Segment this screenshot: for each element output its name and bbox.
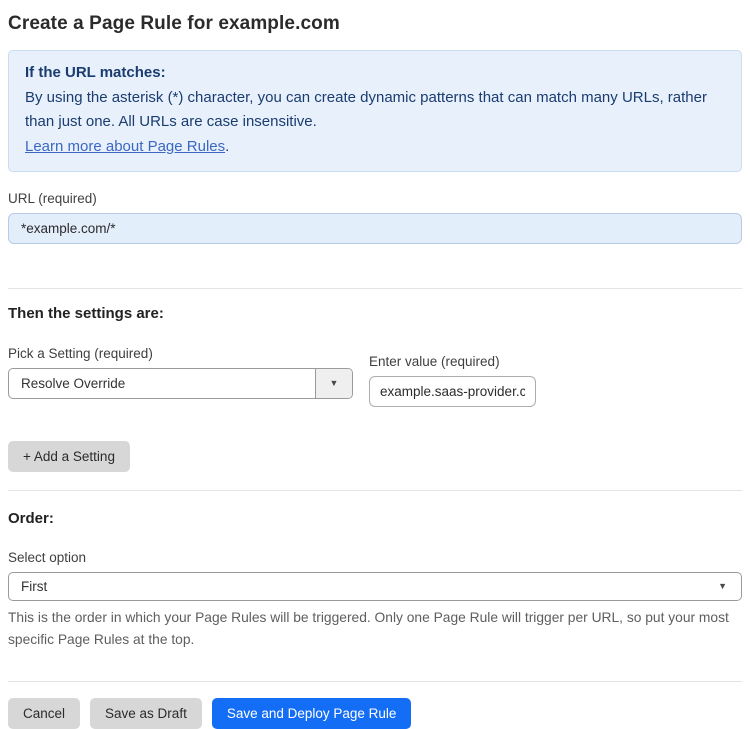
cancel-button[interactable]: Cancel	[8, 698, 81, 729]
setting-select-value: Resolve Override	[21, 376, 126, 391]
enter-value-column: Enter value (required)	[369, 346, 536, 407]
add-setting-button[interactable]: + Add a Setting	[8, 441, 130, 472]
order-select-value: First	[21, 579, 48, 594]
chevron-down-icon: ▼	[329, 378, 339, 388]
url-input[interactable]	[8, 213, 742, 244]
save-as-draft-button[interactable]: Save as Draft	[90, 698, 202, 729]
section-divider	[8, 490, 742, 491]
save-and-deploy-button[interactable]: Save and Deploy Page Rule	[211, 698, 412, 729]
order-select-label: Select option	[8, 550, 87, 565]
page-rule-form: Create a Page Rule for example.com If th…	[0, 0, 750, 729]
setting-select-arrow-button[interactable]: ▼	[315, 369, 352, 398]
info-box-link-line: Learn more about Page Rules.	[25, 135, 725, 160]
footer-divider	[8, 681, 742, 682]
enter-value-label: Enter value (required)	[369, 354, 500, 369]
chevron-down-icon: ▼	[718, 581, 727, 591]
settings-section-heading: Then the settings are:	[8, 305, 164, 322]
pick-setting-column: Pick a Setting (required) Resolve Overri…	[8, 346, 353, 407]
page-title: Create a Page Rule for example.com	[8, 13, 340, 34]
setting-value-input[interactable]	[369, 376, 536, 407]
info-box-body: By using the asterisk (*) character, you…	[25, 88, 707, 131]
link-period: .	[225, 137, 230, 155]
url-field-label: URL (required)	[8, 191, 97, 206]
learn-more-link[interactable]: Learn more about Page Rules	[25, 138, 225, 155]
url-match-info-box: If the URL matches: By using the asteris…	[8, 50, 742, 172]
info-box-heading: If the URL matches:	[25, 64, 166, 81]
footer-actions: Cancel Save as Draft Save and Deploy Pag…	[8, 698, 742, 729]
pick-setting-label: Pick a Setting (required)	[8, 346, 153, 361]
section-divider	[8, 288, 742, 289]
setting-row: Pick a Setting (required) Resolve Overri…	[8, 346, 742, 407]
order-select[interactable]: First ▼	[8, 572, 742, 601]
setting-select[interactable]: Resolve Override ▼	[8, 368, 353, 399]
order-help-text: This is the order in which your Page Rul…	[8, 610, 729, 647]
order-section-heading: Order:	[8, 510, 54, 527]
